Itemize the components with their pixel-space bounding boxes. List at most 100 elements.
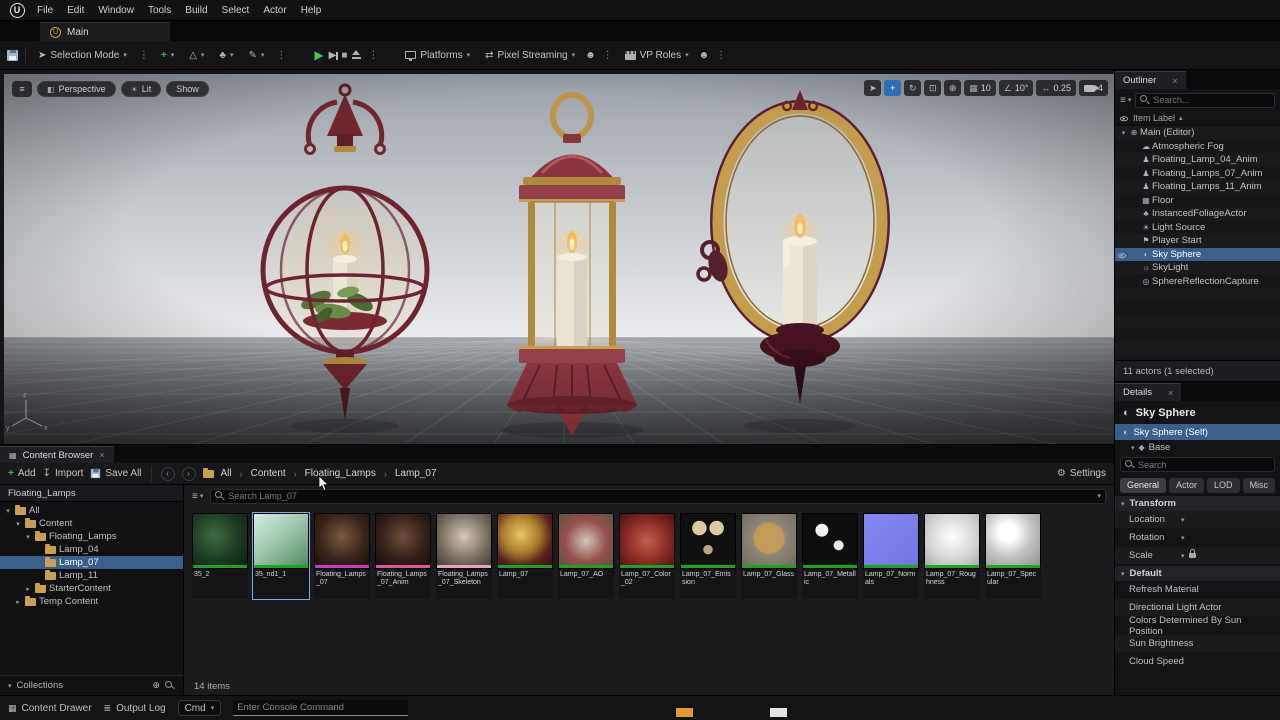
folder-tree-row[interactable]: ▾ Floating_Lamps <box>0 530 183 543</box>
content-drawer-button[interactable]: ▦ Content Drawer <box>8 703 92 714</box>
show-dropdown[interactable]: Show <box>166 81 209 97</box>
details-category-tab[interactable]: LOD <box>1207 477 1240 493</box>
collaborators-icon[interactable]: ☻ <box>585 50 596 61</box>
expand-arrow-icon[interactable]: ▾ <box>14 520 22 528</box>
vp-roles-dropdown[interactable]: VP Roles ▾ <box>620 45 694 65</box>
pixel-streaming-dropdown[interactable]: ⇄ Pixel Streaming ▾ <box>480 45 580 65</box>
folder-tree-row[interactable]: ▾ Content <box>0 517 183 530</box>
save-icon[interactable] <box>7 49 18 61</box>
breadcrumb-item[interactable]: All <box>221 468 232 479</box>
property-row[interactable]: Colors Determined By Sun Position <box>1115 615 1280 637</box>
folder-tree-row[interactable]: ▾ All <box>0 504 183 517</box>
outliner-row[interactable]: ♟ Floating_Lamps_11_Anim <box>1115 180 1280 194</box>
forward-button[interactable]: › <box>181 466 196 481</box>
import-button[interactable]: ↧ Import <box>43 468 84 479</box>
frame-skip-button[interactable]: ▶ <box>329 50 338 61</box>
breadcrumb-item[interactable]: Content <box>251 468 286 479</box>
visibility-eye-icon[interactable] <box>1118 251 1126 259</box>
world-space-button[interactable]: ⊕ <box>944 80 962 96</box>
outliner-column-header[interactable]: Item Label ▴ <box>1115 111 1280 126</box>
perspective-dropdown[interactable]: ◧ Perspective <box>37 81 116 97</box>
menu-item[interactable]: Edit <box>60 3 91 18</box>
outliner-row[interactable]: ◎ SphereReflectionCapture <box>1115 275 1280 289</box>
breadcrumb-item[interactable]: Lamp_07 <box>395 468 437 479</box>
transform-section-header[interactable]: ▾ Transform <box>1115 495 1280 511</box>
platforms-dropdown[interactable]: Platforms ▾ <box>400 45 475 65</box>
filter-button[interactable]: ≡ ▾ <box>192 491 203 502</box>
location-row[interactable]: Location ▾ <box>1115 511 1280 529</box>
tab-main[interactable]: U Main <box>40 22 170 41</box>
menu-item[interactable]: Build <box>178 3 214 18</box>
outliner-row[interactable]: ▾ ⊕ Main (Editor) <box>1115 126 1280 140</box>
lock-icon[interactable] <box>1188 549 1196 558</box>
overflow-menu-icon[interactable]: ⋮ <box>714 50 728 61</box>
menu-item[interactable]: Tools <box>141 3 178 18</box>
menu-item[interactable]: File <box>30 3 60 18</box>
editor-modes-dropdown[interactable]: △ ▾ <box>184 45 209 65</box>
user-avatar-icon[interactable]: ☻ <box>699 50 710 61</box>
asset-search-input[interactable] <box>228 491 1095 501</box>
rotation-snap-control[interactable]: ∠ 10° <box>998 80 1034 96</box>
details-category-tab[interactable]: Actor <box>1169 477 1205 493</box>
stop-button[interactable]: ■ <box>341 50 347 61</box>
expand-arrow-icon[interactable]: ▾ <box>1119 129 1128 137</box>
overflow-menu-icon[interactable]: ⋮ <box>274 50 288 61</box>
scale-tool-button[interactable]: ⊡ <box>924 80 942 96</box>
search-icon[interactable] <box>165 680 175 691</box>
breadcrumb-item[interactable]: Floating_Lamps <box>305 468 376 479</box>
folder-tree-row[interactable]: Lamp_11 <box>0 569 183 582</box>
expand-arrow-icon[interactable]: ▾ <box>4 507 12 515</box>
menu-item[interactable]: Select <box>215 3 257 18</box>
details-category-tab[interactable]: General <box>1120 477 1167 493</box>
asset-tile[interactable]: Lamp_07_Color_02 <box>619 513 675 599</box>
grid-snap-control[interactable]: ▦ 10 <box>964 80 996 96</box>
quick-add-dropdown[interactable]: + ▾ <box>156 45 179 65</box>
asset-tile[interactable]: Floating_Lamps_07_Skeleton <box>436 513 492 599</box>
collections-bar[interactable]: ▾ Collections ⊕ <box>0 675 183 695</box>
rotation-row[interactable]: Rotation ▾ <box>1115 529 1280 547</box>
asset-tile[interactable]: Lamp_07_Metallic <box>802 513 858 599</box>
console-command-input[interactable] <box>233 700 409 716</box>
folder-tree-row[interactable]: Lamp_07 <box>0 556 183 569</box>
folder-tree-row[interactable]: Lamp_04 <box>0 543 183 556</box>
component-row-self[interactable]: ◐ Sky Sphere (Self) <box>1115 424 1280 440</box>
sources-header[interactable]: Floating_Lamps <box>0 485 183 502</box>
view-mode-dropdown[interactable]: ☀ Lit <box>120 81 162 97</box>
outliner-filter-button[interactable]: ≡ ▾ <box>1120 95 1131 106</box>
menu-item[interactable]: Help <box>294 3 329 18</box>
property-row[interactable]: Sun Brightness <box>1115 635 1280 653</box>
asset-tile[interactable]: Lamp_07_Normals <box>863 513 919 599</box>
content-browser-tab[interactable]: ▦ Content Browser × <box>0 446 114 463</box>
details-tab[interactable]: Details × <box>1115 383 1182 401</box>
outliner-search-input[interactable] <box>1153 95 1271 105</box>
outliner-row[interactable]: ☀ Light Source <box>1115 221 1280 235</box>
asset-tile[interactable]: Lamp_07_Emission <box>680 513 736 599</box>
details-category-tab[interactable]: Misc <box>1242 477 1276 493</box>
close-icon[interactable]: × <box>1168 388 1173 398</box>
rotate-tool-button[interactable]: ↻ <box>904 80 922 96</box>
selection-mode-dropdown[interactable]: ➤ Selection Mode ▾ <box>33 45 132 65</box>
add-collection-icon[interactable]: ⊕ <box>152 680 160 691</box>
asset-tile[interactable]: Lamp_07_Glass <box>741 513 797 599</box>
details-search-box[interactable] <box>1120 457 1275 472</box>
asset-tile[interactable]: 35_nd1_1 <box>252 512 310 600</box>
overflow-menu-icon[interactable]: ⋮ <box>137 50 151 61</box>
outliner-row[interactable]: ⚑ Player Start <box>1115 234 1280 248</box>
brush-dropdown[interactable]: ✎ ▾ <box>244 45 270 65</box>
select-tool-button[interactable]: ➤ <box>864 80 882 96</box>
play-button[interactable]: ▶ <box>314 48 323 62</box>
expand-arrow-icon[interactable]: ▾ <box>24 533 32 541</box>
asset-tile[interactable]: Lamp_07_Specular <box>985 513 1041 599</box>
move-tool-button[interactable]: + <box>884 80 902 96</box>
outliner-row[interactable]: ☁ Atmospheric Fog <box>1115 140 1280 154</box>
viewport-options-icon[interactable]: ≡ <box>12 81 32 97</box>
settings-button[interactable]: ⚙ Settings <box>1057 468 1106 479</box>
details-search-input[interactable] <box>1138 459 1270 470</box>
folder-tree-row[interactable]: ▸ StarterContent <box>0 582 183 595</box>
outliner-row[interactable]: ◐ Sky Sphere <box>1115 247 1280 261</box>
asset-tile[interactable]: Lamp_07 <box>497 513 553 599</box>
cmd-dropdown[interactable]: Cmd ▾ <box>177 700 222 716</box>
eject-button[interactable] <box>352 50 362 60</box>
output-log-button[interactable]: ≣ Output Log <box>104 703 166 714</box>
asset-tile[interactable]: Lamp_07_AO <box>558 513 614 599</box>
